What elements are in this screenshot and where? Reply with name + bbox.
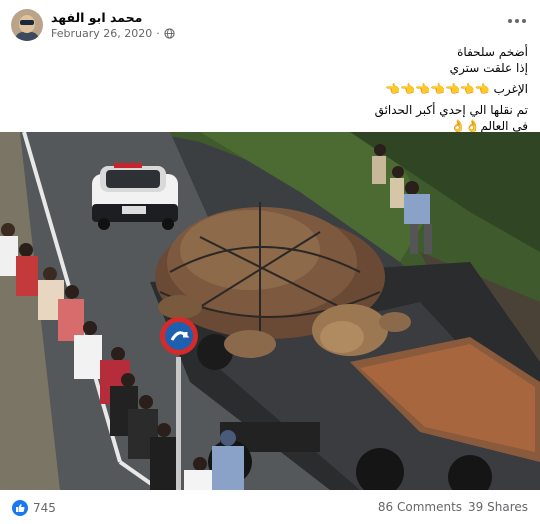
author-name[interactable]: محمد ابو الفهد [51, 10, 142, 25]
post-date[interactable]: February 26, 2020 [51, 27, 152, 40]
turtle-truck-image [0, 132, 540, 490]
shares-count[interactable]: 39 Shares [468, 500, 528, 514]
post-text-line: أضخم سلحفاة [457, 45, 528, 59]
post-text-line: تم نقلها الي إحدي أكبر الحدائق [374, 103, 528, 117]
author-avatar[interactable] [11, 9, 43, 41]
engagement-counts: 86 Comments 39 Shares [378, 500, 528, 514]
post-photo[interactable] [0, 132, 540, 490]
separator-dot: · [156, 27, 160, 40]
post-text-line: الإغرب 👈👈👈👈👈👈👈 [385, 82, 528, 96]
post-footer: 745 86 Comments 39 Shares [0, 496, 540, 520]
post-text-line: إذا علقت ستري [449, 61, 528, 75]
globe-icon[interactable] [164, 28, 175, 39]
like-icon [12, 500, 28, 516]
facebook-post: محمد ابو الفهد February 26, 2020 · أضخم … [0, 0, 540, 524]
post-text: أضخم سلحفاة إذا علقت ستري الإغرب 👈👈👈👈👈👈👈… [228, 44, 528, 134]
reactions[interactable]: 745 [12, 500, 56, 516]
post-meta: February 26, 2020 · [51, 27, 175, 40]
comments-count[interactable]: 86 Comments [378, 500, 462, 514]
reaction-count: 745 [33, 501, 56, 515]
more-horizontal-icon[interactable] [506, 14, 528, 28]
